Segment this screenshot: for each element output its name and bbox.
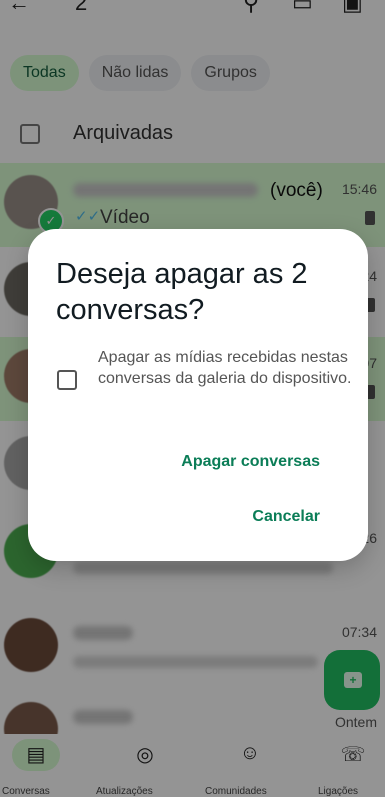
cancel-button[interactable]: Cancelar [252,508,320,526]
delete-dialog: Deseja apagar as 2 conversas? Apagar as … [28,229,368,561]
checkbox-label: Apagar as mídias recebidas nestas conver… [98,349,352,387]
dialog-title: Deseja apagar as 2 conversas? [56,258,308,326]
delete-chats-button[interactable]: Apagar conversas [181,453,320,471]
delete-media-checkbox[interactable] [57,370,77,390]
